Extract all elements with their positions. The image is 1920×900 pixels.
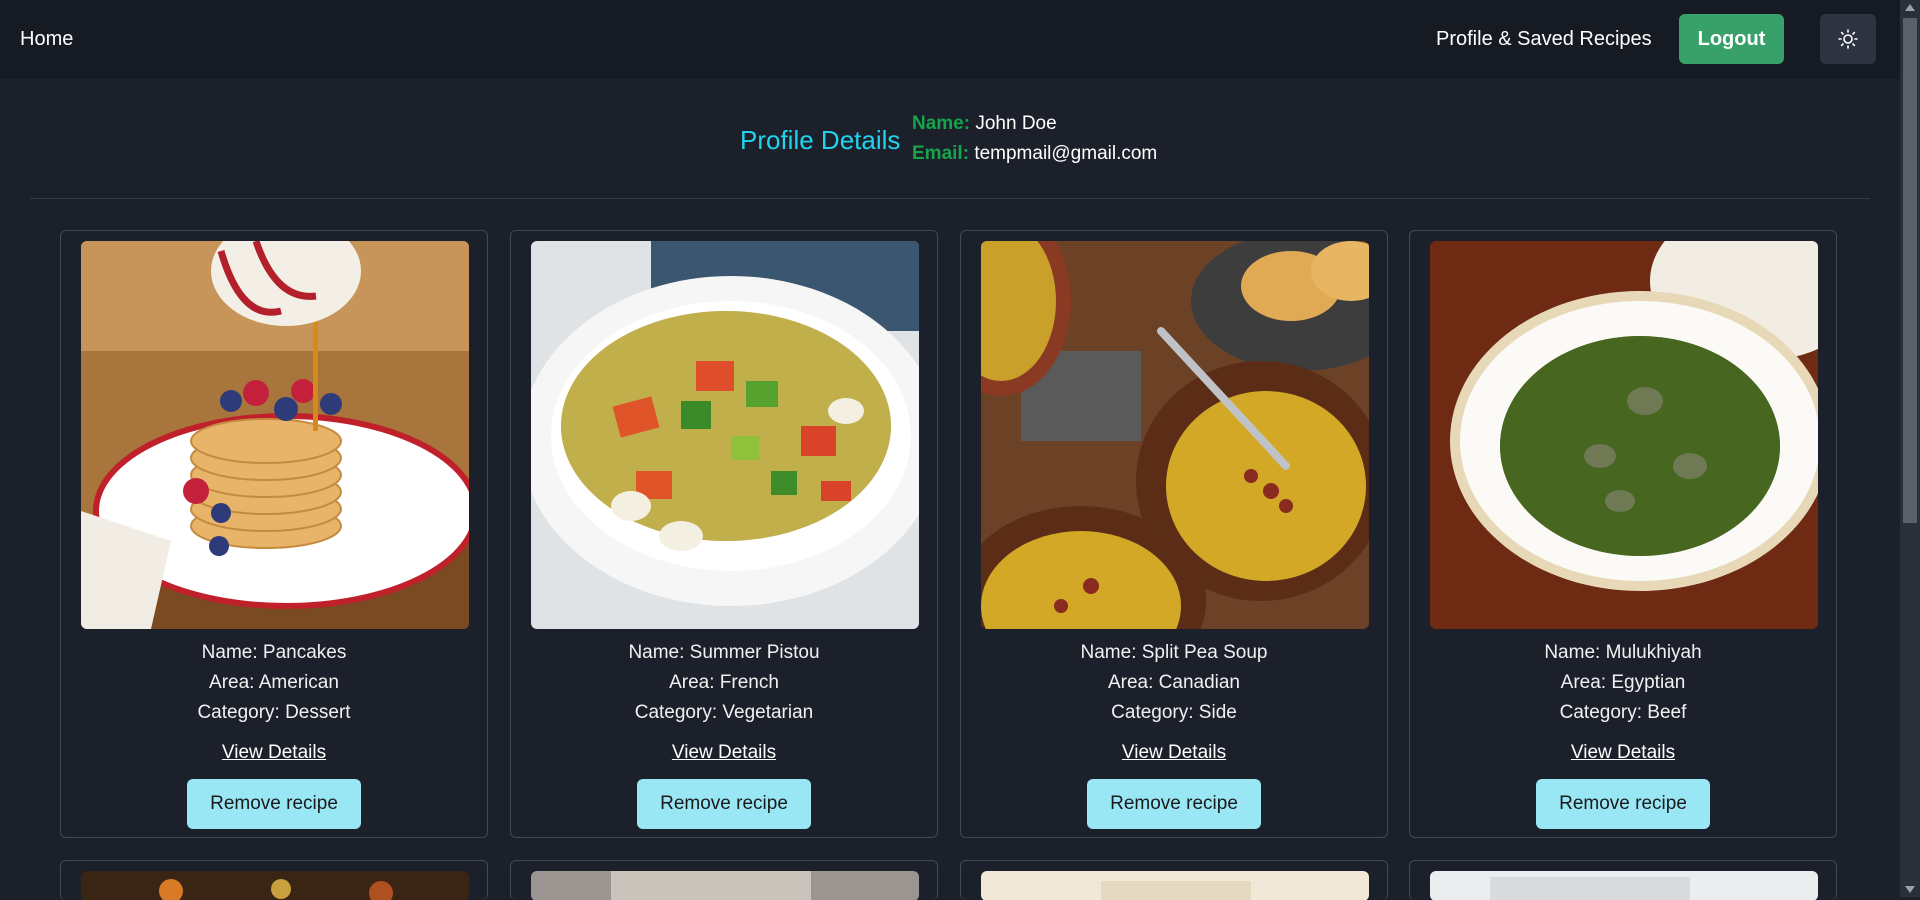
recipe-category: Category: Beef [1559,702,1687,723]
recipe-image [531,871,919,900]
recipe-card: Name: Summer Pistou Area: French Categor… [510,230,938,838]
recipe-card [510,860,938,900]
scroll-down-arrow-icon[interactable] [1905,886,1915,893]
name-label: Name: [912,113,971,134]
scroll-up-arrow-icon[interactable] [1905,4,1915,11]
email-label: Email: [912,143,970,164]
recipe-card [960,860,1388,900]
logout-button[interactable]: Logout [1679,14,1784,64]
recipe-name: Name: Split Pea Soup [1080,642,1268,663]
recipe-area: Area: Egyptian [1560,672,1686,693]
recipe-image [981,241,1369,629]
view-details-link[interactable]: View Details [511,742,937,764]
recipe-image [1430,241,1818,629]
recipe-category: Category: Side [1111,702,1237,723]
profile-name-row: Name: John Doe [912,113,1057,135]
recipe-area: Area: French [669,672,779,693]
recipe-name: Name: Mulukhiyah [1544,642,1702,663]
profile-title: Profile Details [740,125,901,155]
recipe-name: Name: Summer Pistou [628,642,820,663]
nav-profile-link[interactable]: Profile & Saved Recipes [1436,28,1652,51]
view-details-link[interactable]: View Details [61,742,487,764]
navbar: Home Profile & Saved Recipes Logout [0,0,1900,79]
profile-email-row: Email: tempmail@gmail.com [912,143,1157,165]
scrollbar-thumb[interactable] [1903,18,1917,523]
recipe-image [81,241,469,629]
remove-recipe-button[interactable]: Remove recipe [187,779,361,829]
profile-name: John Doe [975,113,1057,134]
recipe-image [531,241,919,629]
recipe-card: Name: Mulukhiyah Area: Egyptian Category… [1409,230,1837,838]
recipe-card: Name: Split Pea Soup Area: Canadian Cate… [960,230,1388,838]
recipe-image [981,871,1369,900]
recipe-area: Area: American [209,672,339,693]
recipe-image [1430,871,1818,900]
remove-recipe-button[interactable]: Remove recipe [1536,779,1710,829]
nav-home-link[interactable]: Home [20,28,73,51]
recipe-card: Name: Pancakes Area: American Category: … [60,230,488,838]
recipe-card [60,860,488,900]
scrollbar[interactable] [1900,0,1920,897]
sun-icon [1838,29,1858,49]
profile-email: tempmail@gmail.com [974,143,1158,164]
view-details-link[interactable]: View Details [961,742,1387,764]
remove-recipe-button[interactable]: Remove recipe [1087,779,1261,829]
recipe-card [1409,860,1837,900]
recipe-category: Category: Dessert [197,702,351,723]
theme-toggle-button[interactable] [1820,14,1876,64]
remove-recipe-button[interactable]: Remove recipe [637,779,811,829]
recipe-name: Name: Pancakes [201,642,347,663]
recipe-area: Area: Canadian [1107,672,1241,693]
recipe-category: Category: Vegetarian [634,702,814,723]
recipe-image [81,871,469,900]
divider [30,198,1870,199]
view-details-link[interactable]: View Details [1410,742,1836,764]
